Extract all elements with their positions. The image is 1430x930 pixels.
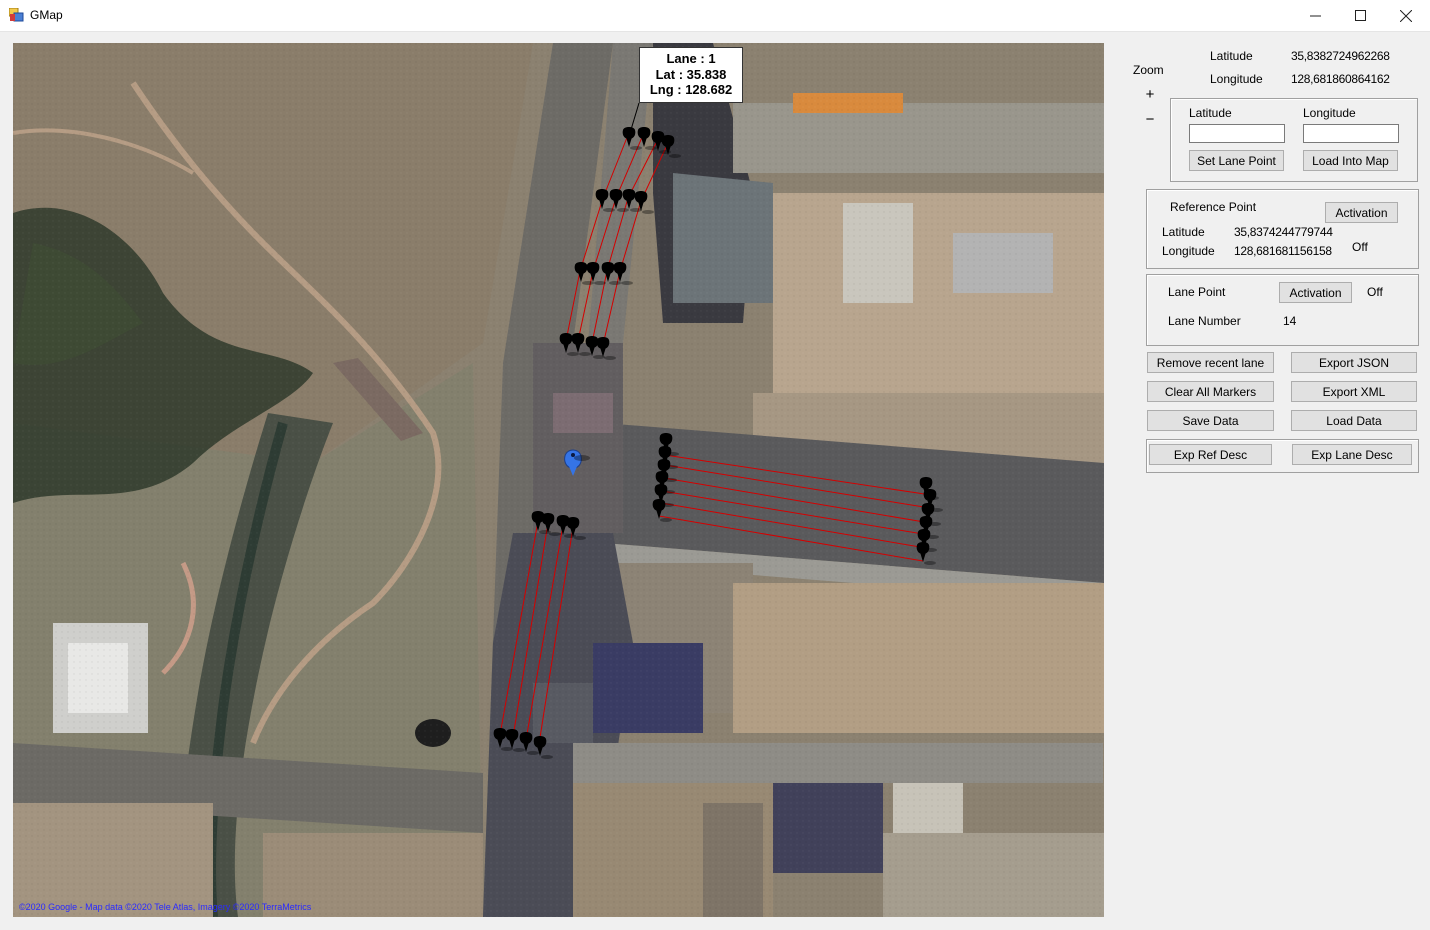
zoom-in-button[interactable]: + [1143, 86, 1157, 103]
export-json-button[interactable]: Export JSON [1291, 352, 1417, 373]
input-latitude-label: Latitude [1189, 106, 1232, 120]
remove-recent-lane-button[interactable]: Remove recent lane [1147, 352, 1274, 373]
current-longitude-label: Longitude [1210, 72, 1263, 86]
load-into-map-button[interactable]: Load Into Map [1303, 150, 1398, 171]
tooltip-lng: Lng : 128.682 [649, 82, 733, 97]
clear-all-markers-button[interactable]: Clear All Markers [1147, 381, 1274, 402]
exp-lane-desc-button[interactable]: Exp Lane Desc [1292, 444, 1412, 465]
map-view[interactable]: Lane : 1 Lat : 35.838 Lng : 128.682 ©202… [13, 43, 1104, 917]
tooltip-lane: Lane : 1 [666, 51, 716, 66]
zoom-label: Zoom [1133, 63, 1164, 77]
current-longitude-value: 128,681860864162 [1291, 72, 1390, 86]
save-data-button[interactable]: Save Data [1147, 410, 1274, 431]
map-copyright: ©2020 Google - Map data ©2020 Tele Atlas… [19, 902, 312, 912]
reference-activation-button[interactable]: Activation [1325, 202, 1398, 223]
lane-activation-button[interactable]: Activation [1279, 282, 1352, 303]
reference-longitude-value: 128,681681156158 [1234, 244, 1332, 258]
export-xml-button[interactable]: Export XML [1291, 381, 1417, 402]
title-bar: GMap [0, 0, 1430, 32]
set-lane-point-button[interactable]: Set Lane Point [1189, 150, 1284, 171]
maximize-button[interactable] [1337, 0, 1383, 31]
input-longitude-label: Longitude [1303, 106, 1356, 120]
reference-longitude-label: Longitude [1162, 244, 1215, 258]
minimize-icon [1309, 15, 1321, 17]
window-title: GMap [30, 8, 63, 22]
marker-tooltip: Lane : 1 Lat : 35.838 Lng : 128.682 [639, 47, 743, 103]
reference-latitude-value: 35,8374244779744 [1234, 225, 1333, 239]
lane-number-label: Lane Number [1168, 314, 1241, 328]
latitude-input[interactable] [1189, 124, 1285, 143]
reference-point-title: Reference Point [1170, 200, 1257, 214]
load-data-button[interactable]: Load Data [1291, 410, 1417, 431]
zoom-out-button[interactable]: − [1143, 111, 1157, 128]
exp-ref-desc-button[interactable]: Exp Ref Desc [1149, 444, 1272, 465]
close-icon [1400, 9, 1412, 22]
current-latitude-label: Latitude [1210, 49, 1253, 63]
longitude-input[interactable] [1303, 124, 1399, 143]
current-latitude-value: 35,8382724962268 [1291, 49, 1390, 63]
close-button[interactable] [1383, 0, 1429, 31]
minimize-button[interactable] [1292, 0, 1338, 31]
lane-point-title: Lane Point [1168, 285, 1226, 299]
lane-number-value: 14 [1283, 314, 1297, 328]
lane-status: Off [1367, 285, 1383, 299]
tooltip-lat: Lat : 35.838 [655, 66, 727, 82]
maximize-icon [1354, 10, 1366, 21]
app-icon [8, 7, 24, 22]
reference-latitude-label: Latitude [1162, 225, 1205, 239]
satellite-imagery [13, 43, 1104, 917]
reference-status: Off [1352, 240, 1368, 254]
